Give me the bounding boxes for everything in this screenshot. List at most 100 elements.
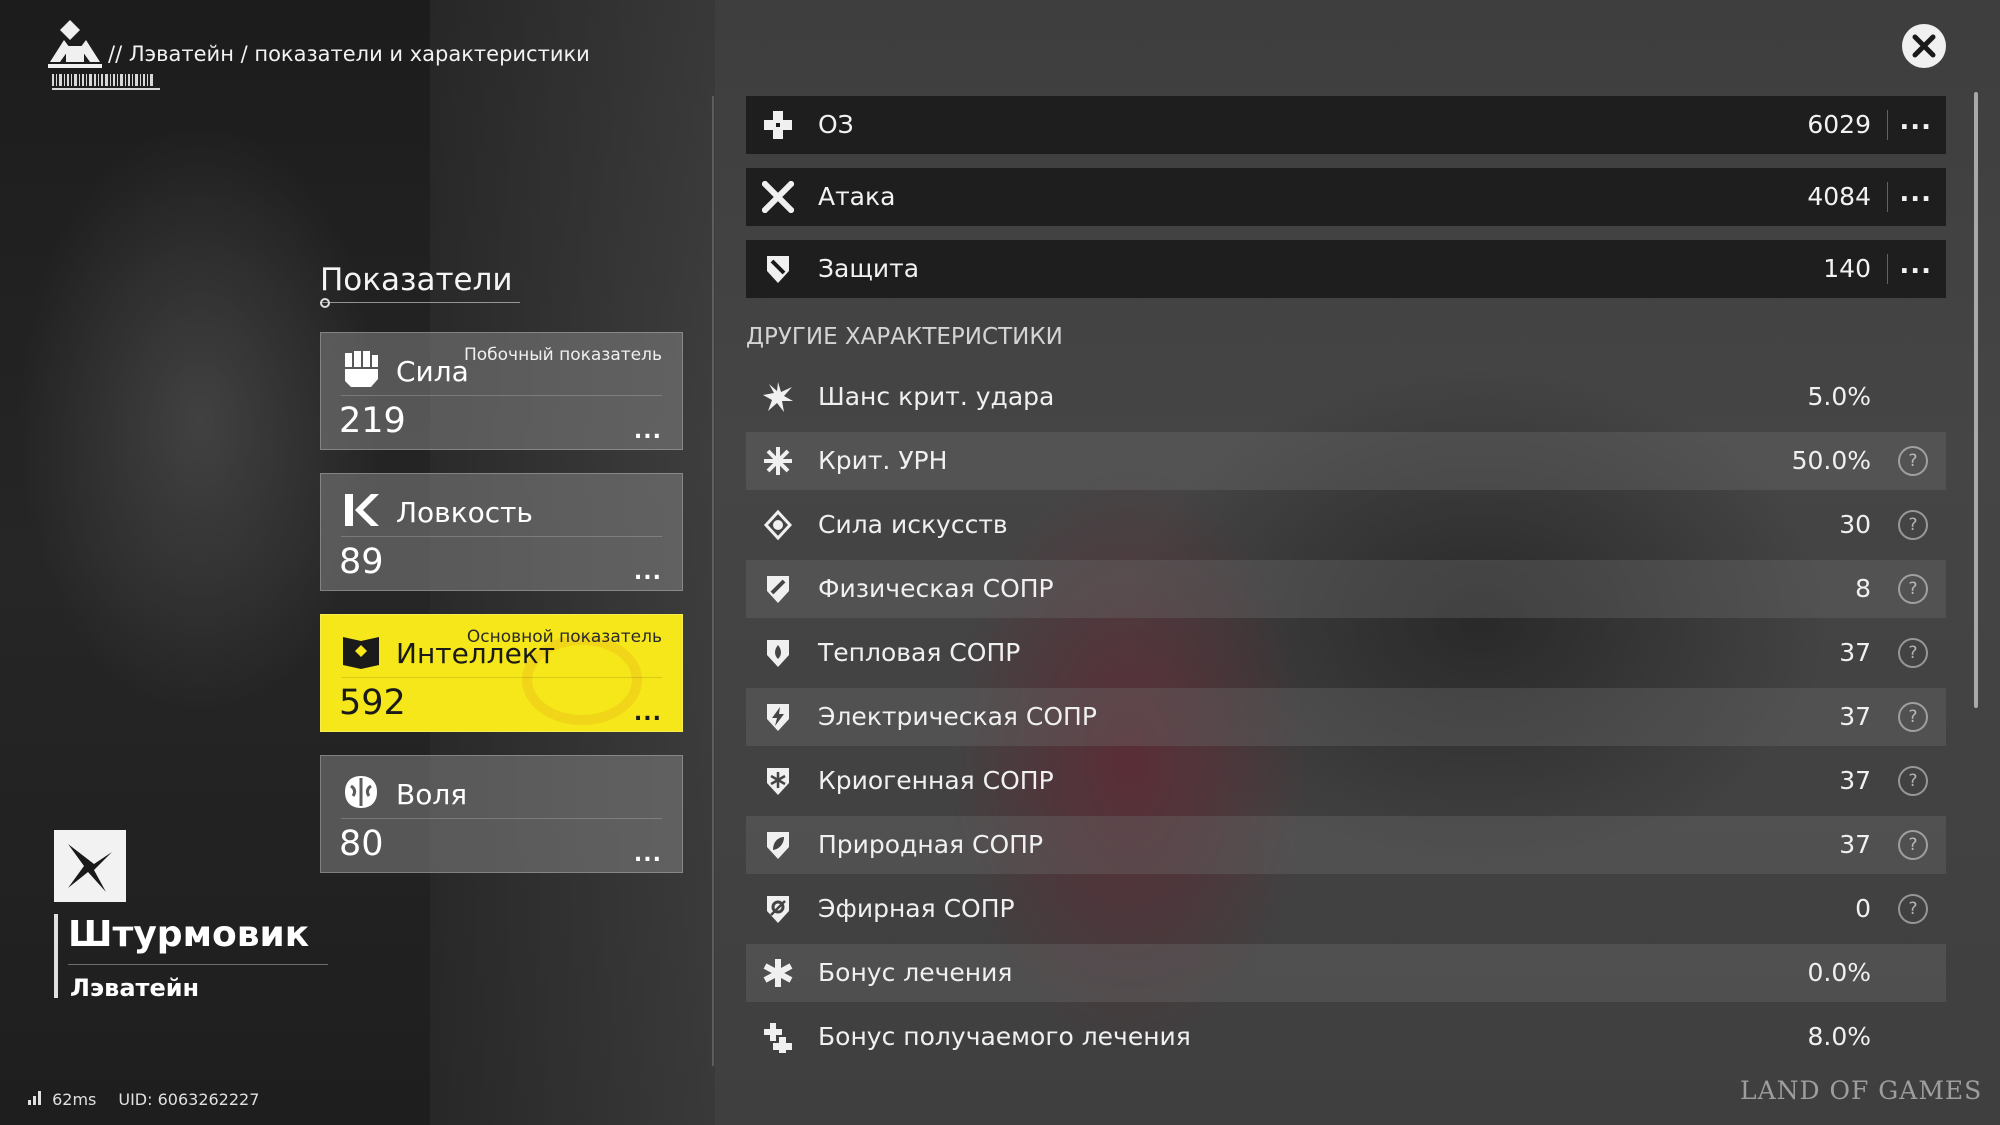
book-icon — [343, 637, 379, 669]
breadcrumb: // Лэватейн / показатели и характеристик… — [108, 42, 590, 66]
attribute-card-intellect[interactable]: Интеллект Основной показатель 592 ... — [320, 614, 683, 732]
watermark-text: LAND OF GAMES — [1740, 1076, 1983, 1105]
class-name: Штурмовик — [68, 914, 310, 955]
other-stat-row[interactable]: Тепловая СОПР 37 ? — [746, 624, 1946, 682]
other-stat-row[interactable]: Криогенная СОПР 37 ? — [746, 752, 1946, 810]
stat-value: 37 — [1839, 638, 1871, 667]
attributes-title: Показатели — [320, 262, 513, 298]
attribute-value: 89 — [339, 542, 384, 582]
stat-value: 4084 — [1807, 182, 1871, 211]
stat-value: 30 — [1839, 510, 1871, 539]
arts-icon — [763, 509, 793, 541]
received-heal-icon — [764, 1023, 792, 1053]
striker-class-icon — [68, 844, 112, 892]
class-divider — [68, 964, 328, 965]
crit-burst-icon — [763, 382, 793, 412]
close-button[interactable] — [1902, 24, 1946, 68]
crossed-swords-icon — [762, 181, 794, 213]
stat-label: Электрическая СОПР — [818, 702, 1097, 731]
help-icon[interactable]: ? — [1898, 574, 1928, 604]
stat-value: 37 — [1839, 766, 1871, 795]
nature-res-icon — [767, 832, 789, 859]
stat-value: 5.0% — [1807, 382, 1871, 411]
stat-label: ОЗ — [818, 110, 854, 139]
help-icon[interactable]: ? — [1898, 766, 1928, 796]
other-stat-row[interactable]: Электрическая СОПР 37 ? — [746, 688, 1946, 746]
close-icon — [1912, 34, 1936, 58]
other-stat-row[interactable]: Природная СОПР 37 ? — [746, 816, 1946, 874]
more-options-icon[interactable]: ... — [1899, 178, 1932, 208]
fist-icon — [345, 351, 378, 387]
other-stat-row[interactable]: Физическая СОПР 8 ? — [746, 560, 1946, 618]
more-options-icon[interactable]: ... — [634, 842, 662, 867]
help-icon[interactable]: ? — [1898, 894, 1928, 924]
stat-separator — [1887, 254, 1888, 284]
attribute-card-strength[interactable]: Сила Побочный показатель 219 ... — [320, 332, 683, 450]
class-emblem — [54, 830, 126, 902]
other-stat-row[interactable]: Бонус лечения 0.0% — [746, 944, 1946, 1002]
other-stat-row[interactable]: Эфирная СОПР 0 ? — [746, 880, 1946, 938]
stat-value: 8.0% — [1807, 1022, 1871, 1051]
cryo-res-icon — [767, 768, 789, 795]
help-icon[interactable]: ? — [1898, 702, 1928, 732]
attribute-card-will[interactable]: Воля 80 ... — [320, 755, 683, 873]
class-accent-bar — [54, 914, 58, 998]
attribute-value: 80 — [339, 824, 384, 864]
more-options-icon[interactable]: ... — [634, 560, 662, 585]
stat-label: Криогенная СОПР — [818, 766, 1054, 795]
other-stat-row[interactable]: Сила искусств 30 ? — [746, 496, 1946, 554]
health-cross-icon — [764, 111, 792, 139]
stat-label: Сила искусств — [818, 510, 1008, 539]
other-stat-row[interactable]: Шанс крит. удара 5.0% — [746, 368, 1946, 426]
attribute-divider — [341, 677, 662, 678]
stat-value: 50.0% — [1791, 446, 1871, 475]
attribute-value: 219 — [339, 401, 406, 441]
status-bar: 62ms UID: 6063262227 — [28, 1090, 259, 1109]
attribute-tag: Побочный показатель — [463, 345, 662, 365]
main-stat-row-attack[interactable]: Атака 4084 ... — [746, 168, 1946, 226]
attribute-divider — [341, 536, 662, 537]
more-options-icon[interactable]: ... — [1899, 250, 1932, 280]
stat-value: 8 — [1855, 574, 1871, 603]
uid-label: UID: 6063262227 — [118, 1090, 260, 1109]
stat-value: 140 — [1823, 254, 1871, 283]
signal-icon — [28, 1091, 41, 1105]
help-icon[interactable]: ? — [1898, 638, 1928, 668]
ether-res-icon — [767, 896, 789, 923]
brain-icon — [345, 776, 377, 808]
attribute-card-agility[interactable]: Ловкость 89 ... — [320, 473, 683, 591]
help-icon[interactable]: ? — [1898, 446, 1928, 476]
heat-res-icon — [767, 640, 789, 667]
other-stats-header: ДРУГИЕ ХАРАКТЕРИСТИКИ — [746, 324, 1063, 350]
ping-indicator: 62ms — [28, 1090, 96, 1109]
help-icon[interactable]: ? — [1898, 830, 1928, 860]
stat-separator — [1887, 110, 1888, 140]
stat-label: Бонус лечения — [818, 958, 1013, 987]
main-stat-row-defense[interactable]: Защита 140 ... — [746, 240, 1946, 298]
main-stat-row-hp[interactable]: ОЗ 6029 ... — [746, 96, 1946, 154]
attributes-title-dot — [320, 298, 330, 308]
ping-value: 62ms — [52, 1090, 97, 1109]
more-options-icon[interactable]: ... — [634, 419, 662, 444]
stat-label: Эфирная СОПР — [818, 894, 1015, 923]
stat-label: Атака — [818, 182, 896, 211]
stat-label: Тепловая СОПР — [818, 638, 1021, 667]
other-stat-row[interactable]: Бонус получаемого лечения 8.0% — [746, 1008, 1946, 1066]
stat-value: 0.0% — [1807, 958, 1871, 987]
stat-label: Физическая СОПР — [818, 574, 1054, 603]
scrollbar[interactable] — [1974, 92, 1978, 708]
physical-res-icon — [767, 576, 789, 603]
character-name: Лэватейн — [70, 974, 200, 1002]
other-stat-row[interactable]: Крит. УРН 50.0% ? — [746, 432, 1946, 490]
attribute-divider — [341, 818, 662, 819]
stat-value: 0 — [1855, 894, 1871, 923]
more-options-icon[interactable]: ... — [1899, 106, 1932, 136]
attribute-divider — [341, 395, 662, 396]
more-options-icon[interactable]: ... — [634, 701, 662, 726]
attribute-name: Воля — [396, 778, 468, 811]
game-logo-icon — [48, 20, 102, 68]
stat-label: Крит. УРН — [818, 446, 948, 475]
help-icon[interactable]: ? — [1898, 510, 1928, 540]
crit-damage-icon — [764, 447, 792, 475]
stat-value: 37 — [1839, 702, 1871, 731]
